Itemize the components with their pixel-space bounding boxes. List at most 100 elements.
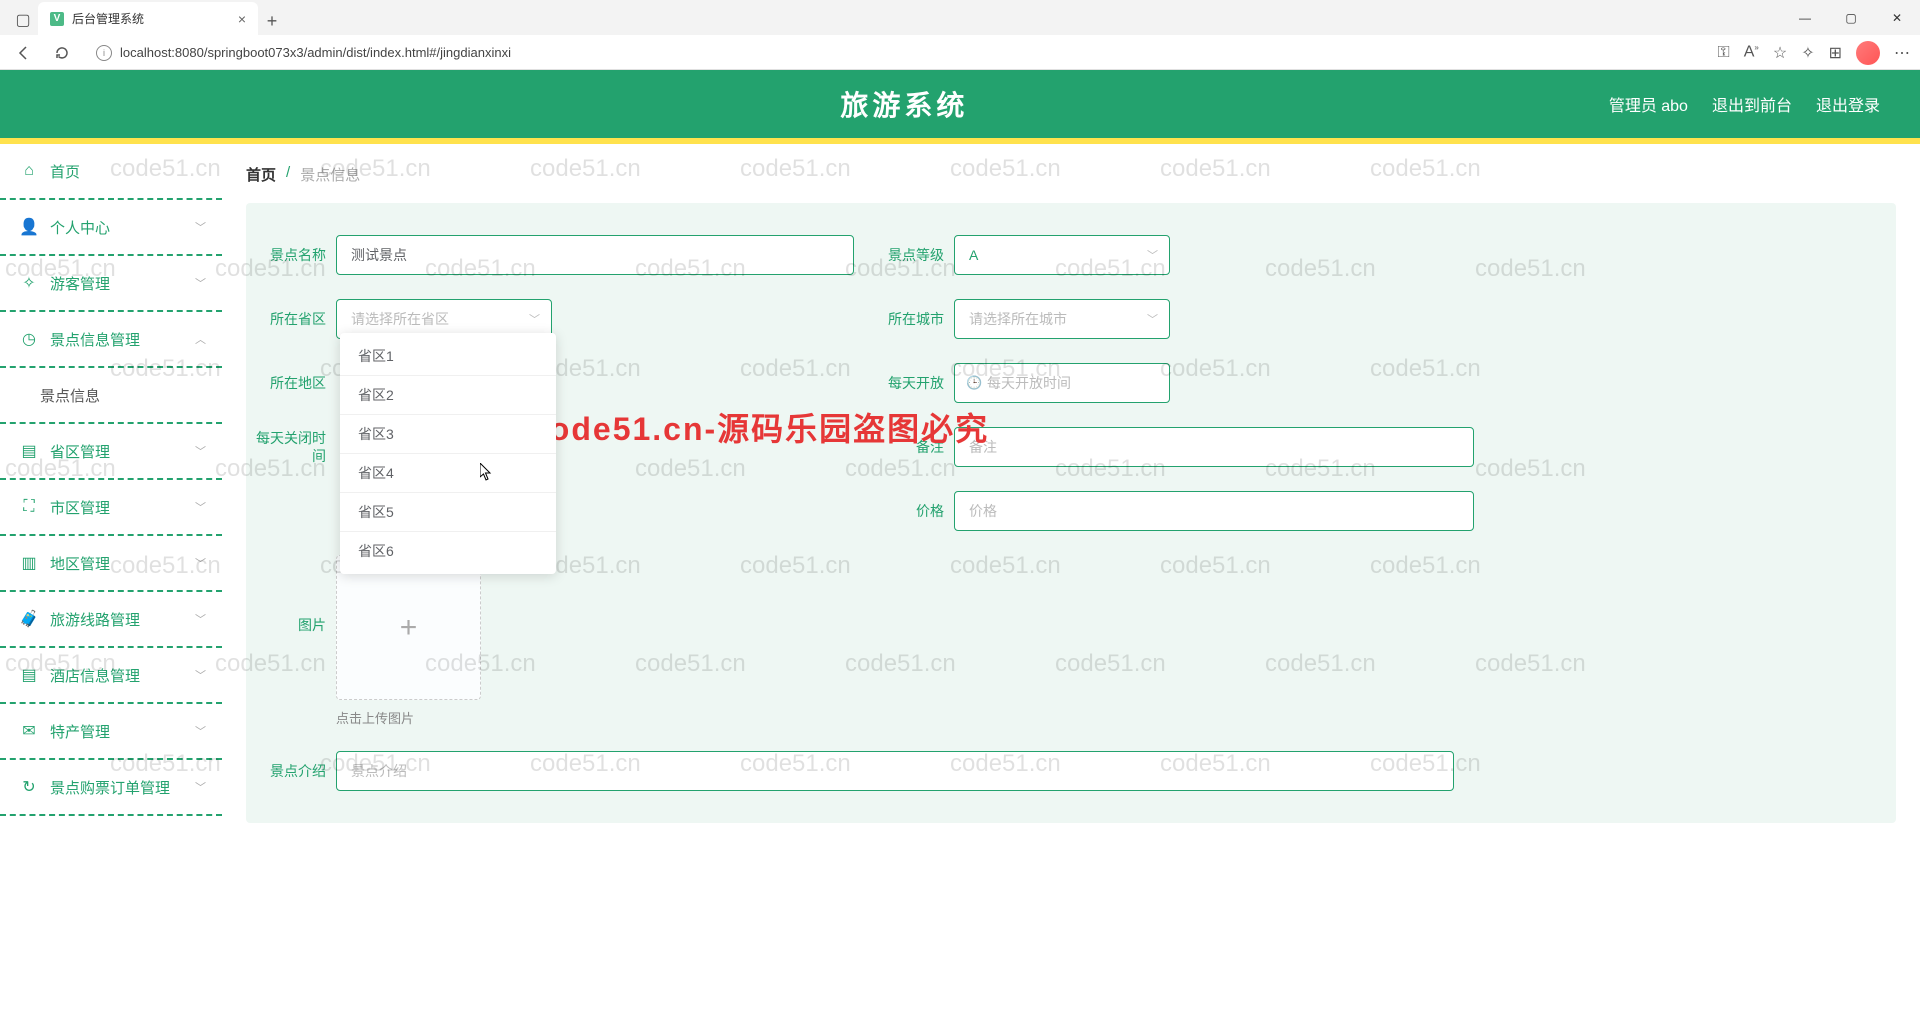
back-icon [16, 45, 32, 61]
new-tab-button[interactable]: + [258, 7, 286, 35]
sidebar-label: 个人中心 [50, 217, 110, 238]
sidebar-item-scenic-mgmt[interactable]: ◷ 景点信息管理 ︿ [0, 312, 222, 368]
browser-tab[interactable]: V 后台管理系统 × [38, 2, 258, 35]
sidebar-label: 地区管理 [50, 553, 110, 574]
route-icon: 🧳 [20, 610, 38, 628]
app-header: 旅游系统 管理员 abo 退出到前台 退出登录 [0, 70, 1920, 138]
sidebar-item-ticket-order[interactable]: ↻ 景点购票订单管理 ﹀ [0, 760, 222, 816]
hotel-icon: ▤ [20, 666, 38, 684]
tab-close-icon[interactable]: × [238, 11, 246, 27]
sidebar-label: 旅游线路管理 [50, 609, 140, 630]
chevron-down-icon: ﹀ [195, 779, 206, 795]
key-icon[interactable]: ⚿ [1718, 44, 1730, 62]
sidebar-item-personal[interactable]: 👤 个人中心 ﹀ [0, 200, 222, 256]
sidebar-label: 景点购票订单管理 [50, 777, 170, 798]
sidebar-item-scenic-info[interactable]: 景点信息 [0, 368, 222, 424]
dropdown-option[interactable]: 省区5 [340, 493, 556, 532]
label-level: 景点等级 [874, 245, 954, 265]
image-upload[interactable]: + [336, 555, 481, 700]
refresh-icon [54, 45, 70, 61]
label-province: 所在省区 [256, 309, 336, 329]
favorites-icon[interactable]: ☆ [1773, 43, 1787, 63]
chevron-up-icon: ︿ [195, 331, 206, 347]
sidebar-label: 景点信息 [40, 385, 100, 406]
content-area: 首页 / 景点信息 景点名称 景点等级 ﹀ [222, 144, 1920, 1030]
clock-icon: 🕒 [966, 375, 982, 391]
chevron-down-icon: ﹀ [195, 275, 206, 291]
chevron-down-icon: ﹀ [195, 723, 206, 739]
sidebar-item-hotel[interactable]: ▤ 酒店信息管理 ﹀ [0, 648, 222, 704]
sidebar-item-city[interactable]: ⛶ 市区管理 ﹀ [0, 480, 222, 536]
maximize-button[interactable]: ▢ [1828, 0, 1874, 35]
upload-hint: 点击上传图片 [336, 708, 481, 727]
sidebar-item-district[interactable]: ▥ 地区管理 ﹀ [0, 536, 222, 592]
collections-icon[interactable]: ✧ [1801, 43, 1814, 63]
refresh-button[interactable] [48, 39, 76, 67]
input-intro[interactable] [336, 751, 1454, 791]
sidebar-item-specialty[interactable]: ✉ 特产管理 ﹀ [0, 704, 222, 760]
sidebar-label: 特产管理 [50, 721, 110, 742]
browser-chrome: ▢ V 后台管理系统 × + i localhost:8080/springbo… [0, 0, 1920, 70]
sidebar-label: 市区管理 [50, 497, 110, 518]
minimize-button[interactable]: — [1782, 0, 1828, 35]
back-button[interactable] [10, 39, 38, 67]
label-district: 所在地区 [256, 373, 336, 393]
input-price[interactable] [954, 491, 1474, 531]
select-city[interactable] [954, 299, 1170, 339]
sidebar-label: 首页 [50, 161, 80, 182]
sidebar-item-visitor[interactable]: ✧ 游客管理 ﹀ [0, 256, 222, 312]
sidebar-label: 景点信息管理 [50, 329, 140, 350]
input-open-time[interactable] [954, 363, 1170, 403]
specialty-icon: ✉ [20, 722, 38, 740]
address-bar: i localhost:8080/springboot073x3/admin/d… [0, 35, 1920, 70]
dropdown-option[interactable]: 省区1 [340, 337, 556, 376]
tab-title: 后台管理系统 [72, 10, 144, 27]
window-controls: — ▢ ✕ [1782, 0, 1920, 35]
label-city: 所在城市 [874, 309, 954, 329]
sidebar: ⌂ 首页 👤 个人中心 ﹀ ✧ 游客管理 ﹀ ◷ 景点信息管理 ︿ 景点信息 ▤… [0, 144, 222, 1030]
profile-icon[interactable] [1856, 41, 1880, 65]
user-label[interactable]: 管理员 abo [1609, 92, 1688, 116]
order-icon: ↻ [20, 778, 38, 796]
dropdown-option[interactable]: 省区2 [340, 376, 556, 415]
dropdown-option[interactable]: 省区6 [340, 532, 556, 570]
menu-icon[interactable]: ⋯ [1894, 43, 1910, 63]
read-aloud-icon[interactable]: A» [1744, 43, 1759, 61]
chevron-down-icon: ﹀ [195, 219, 206, 235]
dropdown-option[interactable]: 省区3 [340, 415, 556, 454]
close-button[interactable]: ✕ [1874, 0, 1920, 35]
input-name[interactable] [336, 235, 854, 275]
breadcrumb-sep: / [286, 164, 290, 185]
browser-right-icons: ⚿ A» ☆ ✧ ⊞ ⋯ [1718, 41, 1910, 65]
chevron-down-icon: ﹀ [195, 667, 206, 683]
sidebar-item-province[interactable]: ▤ 省区管理 ﹀ [0, 424, 222, 480]
extensions-icon[interactable]: ⊞ [1829, 43, 1842, 63]
logout-link[interactable]: 退出登录 [1816, 92, 1880, 116]
visitor-icon: ✧ [20, 274, 38, 292]
front-link[interactable]: 退出到前台 [1712, 92, 1792, 116]
sidebar-item-home[interactable]: ⌂ 首页 [0, 144, 222, 200]
favicon-icon: V [50, 12, 64, 26]
province-icon: ▤ [20, 442, 38, 460]
label-name: 景点名称 [256, 245, 336, 265]
scenic-icon: ◷ [20, 330, 38, 348]
chevron-down-icon: ﹀ [195, 555, 206, 571]
sidebar-item-route[interactable]: 🧳 旅游线路管理 ﹀ [0, 592, 222, 648]
tab-bar: ▢ V 后台管理系统 × + [0, 0, 1920, 35]
breadcrumb-home[interactable]: 首页 [246, 164, 276, 185]
url-text: localhost:8080/springboot073x3/admin/dis… [120, 45, 511, 60]
tab-actions-icon[interactable]: ▢ [8, 5, 38, 35]
label-intro: 景点介绍 [256, 761, 336, 781]
input-remark[interactable] [954, 427, 1474, 467]
label-price: 价格 [874, 501, 954, 521]
url-field[interactable]: i localhost:8080/springboot073x3/admin/d… [86, 45, 1708, 61]
breadcrumb: 首页 / 景点信息 [246, 164, 1896, 185]
dropdown-option[interactable]: 省区4 [340, 454, 556, 493]
sidebar-label: 省区管理 [50, 441, 110, 462]
app-title: 旅游系统 [0, 84, 1609, 124]
sidebar-label: 游客管理 [50, 273, 110, 294]
header-right: 管理员 abo 退出到前台 退出登录 [1609, 92, 1920, 116]
chevron-down-icon: ﹀ [195, 611, 206, 627]
select-level[interactable] [954, 235, 1170, 275]
chevron-down-icon: ﹀ [195, 443, 206, 459]
